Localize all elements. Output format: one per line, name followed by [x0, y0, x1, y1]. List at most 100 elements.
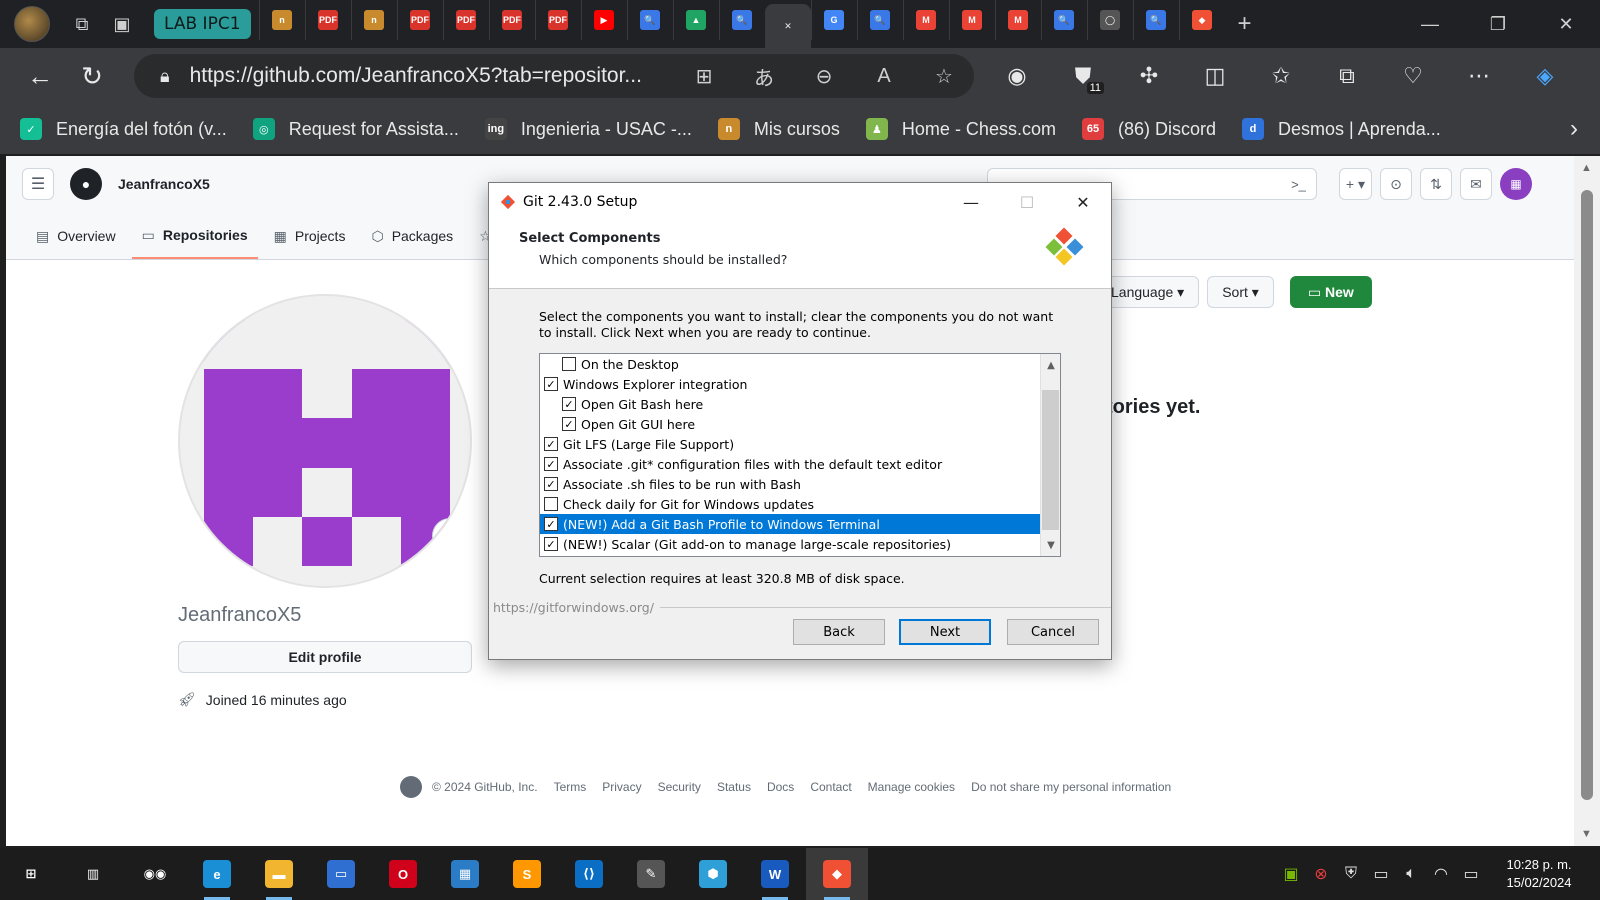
chevron-right-icon[interactable]: ›: [1570, 115, 1578, 143]
component-checkbox[interactable]: ✓: [544, 457, 558, 471]
component-row[interactable]: ✓ (NEW!) Scalar (Git add-on to manage lar…: [540, 534, 1040, 554]
taskbar-git-setup[interactable]: ◆: [806, 848, 868, 900]
back-icon[interactable]: ←: [14, 54, 66, 98]
taskbar-start[interactable]: ⊞: [0, 848, 62, 900]
footer-link[interactable]: Terms: [554, 780, 587, 794]
browser-tab[interactable]: G: [810, 0, 857, 40]
footer-link[interactable]: Manage cookies: [868, 780, 955, 794]
component-row[interactable]: On the Desktop: [540, 354, 1040, 374]
dialog-titlebar[interactable]: Git 2.43.0 Setup — ☐ ✕: [489, 183, 1111, 221]
browser-tab[interactable]: n: [258, 0, 305, 40]
footer-link[interactable]: Contact: [810, 780, 851, 794]
taskbar-opera[interactable]: O: [372, 848, 434, 900]
components-scrollbar[interactable]: ▲ ▼: [1040, 354, 1060, 556]
favorite-link[interactable]: ✓ Energía del fotón (v...: [20, 118, 227, 140]
tab-repositories[interactable]: ▭ Repositories: [131, 213, 258, 259]
footer-link[interactable]: Privacy: [602, 780, 641, 794]
scroll-up-icon[interactable]: ▲: [1581, 162, 1592, 174]
clock[interactable]: 10:28 p. m. 15/02/2024: [1494, 856, 1584, 892]
read-aloud-icon[interactable]: A: [854, 65, 914, 88]
taskbar-task-view[interactable]: ▥: [62, 848, 124, 900]
component-row[interactable]: ✓ Associate .sh files to be run with Bash: [540, 474, 1040, 494]
menu-icon[interactable]: ☰: [22, 168, 54, 200]
footer-link[interactable]: Docs: [767, 780, 794, 794]
components-scrollbar-thumb[interactable]: [1042, 390, 1059, 530]
translate-icon[interactable]: あ: [734, 62, 794, 91]
zoom-icon[interactable]: ⊖: [794, 64, 854, 89]
browser-essentials-icon[interactable]: ♡: [1380, 54, 1446, 98]
browser-tab[interactable]: ◆: [1178, 0, 1225, 40]
components-list[interactable]: On the Desktop ✓ Windows Explorer integrat…: [539, 353, 1061, 557]
github-logo-icon[interactable]: ●: [70, 168, 102, 200]
page-scrollbar[interactable]: ▲ ▼: [1574, 156, 1600, 846]
component-checkbox[interactable]: ✓: [562, 397, 576, 411]
browser-tab[interactable]: ✕: [764, 4, 811, 48]
wifi-icon[interactable]: ◠: [1426, 864, 1456, 884]
refresh-icon[interactable]: ↻: [66, 54, 118, 98]
browser-tab[interactable]: n: [350, 0, 397, 40]
taskbar-sublime[interactable]: S: [496, 848, 558, 900]
component-row[interactable]: ✓ (NEW!) Add a Git Bash Profile to Window…: [540, 514, 1040, 534]
edit-profile-button[interactable]: Edit profile: [178, 641, 472, 673]
set-status-emoji-icon[interactable]: ☺: [432, 518, 468, 554]
taskbar-vscode[interactable]: ⟨⟩: [558, 848, 620, 900]
component-checkbox[interactable]: ✓: [562, 417, 576, 431]
copilot-icon[interactable]: ◈: [1512, 54, 1578, 98]
command-palette-icon[interactable]: >_: [1291, 177, 1306, 192]
component-row[interactable]: ✓ Git LFS (Large File Support): [540, 434, 1040, 454]
component-checkbox[interactable]: [544, 497, 558, 511]
tab-actions-icon[interactable]: ▣: [102, 4, 142, 44]
browser-tab[interactable]: PDF: [534, 0, 581, 40]
dialog-close-icon[interactable]: ✕: [1055, 183, 1111, 221]
favorites-icon[interactable]: ✩: [1248, 54, 1314, 98]
cancel-button[interactable]: Cancel: [1007, 619, 1099, 645]
component-checkbox[interactable]: ✓: [544, 517, 558, 531]
back-button[interactable]: Back: [793, 619, 885, 645]
issues-icon[interactable]: ⊙: [1380, 168, 1412, 200]
nvidia-icon[interactable]: ▣: [1276, 864, 1306, 884]
browser-profile-avatar[interactable]: [14, 6, 50, 42]
dialog-maximize-icon[interactable]: ☐: [999, 183, 1055, 221]
new-tab-icon[interactable]: +: [1225, 4, 1265, 44]
browser-tab[interactable]: 🔍: [1040, 0, 1087, 40]
taskbar-app-figure[interactable]: ✎: [620, 848, 682, 900]
browser-tab[interactable]: M: [994, 0, 1041, 40]
app-available-icon[interactable]: ⊞: [674, 64, 734, 89]
component-checkbox[interactable]: [562, 357, 576, 371]
component-row[interactable]: ✓ Open Git Bash here: [540, 394, 1040, 414]
taskbar-word[interactable]: W: [744, 848, 806, 900]
battery-icon[interactable]: ▭: [1456, 864, 1486, 884]
dialog-minimize-icon[interactable]: —: [943, 183, 999, 221]
pull-requests-icon[interactable]: ⇅: [1420, 168, 1452, 200]
more-menu-icon[interactable]: ⋯: [1446, 54, 1512, 98]
footer-link[interactable]: Security: [658, 780, 701, 794]
component-row[interactable]: ✓ Open Git GUI here: [540, 414, 1040, 434]
next-button[interactable]: Next: [899, 619, 991, 645]
favorite-link[interactable]: ing Ingenieria - USAC -...: [484, 118, 692, 140]
extensions-puzzle-icon[interactable]: ✣: [1116, 54, 1182, 98]
favorite-link[interactable]: 65 (86) Discord: [1081, 118, 1216, 140]
split-screen-icon[interactable]: ◫: [1182, 54, 1248, 98]
lock-icon[interactable]: 🔒︎: [160, 66, 170, 87]
footer-link[interactable]: Status: [717, 780, 751, 794]
taskbar-app-blue[interactable]: ▦: [434, 848, 496, 900]
scrollbar-thumb[interactable]: [1581, 190, 1593, 800]
sort-dropdown[interactable]: Sort ▾: [1207, 276, 1274, 308]
component-row[interactable]: ✓ Associate .git* configuration files wit…: [540, 454, 1040, 474]
favorite-link[interactable]: n Mis cursos: [717, 118, 840, 140]
tab-overview[interactable]: ▤ Overview: [26, 213, 126, 259]
restore-icon[interactable]: ❐: [1464, 0, 1532, 48]
collections-icon[interactable]: ⧉: [1314, 54, 1380, 98]
browser-tab[interactable]: M: [948, 0, 995, 40]
favorite-link[interactable]: d Desmos | Aprenda...: [1242, 118, 1441, 140]
header-username[interactable]: JeanfrancoX5: [118, 176, 210, 192]
component-checkbox[interactable]: ✓: [544, 537, 558, 551]
favorite-link[interactable]: ◎ Request for Assista...: [252, 118, 459, 140]
browser-tab[interactable]: 🔍: [626, 0, 673, 40]
browser-tab[interactable]: PDF: [396, 0, 443, 40]
extension-shield-icon[interactable]: ⛊ 11: [1050, 54, 1116, 98]
component-row[interactable]: Check daily for Git for Windows updates: [540, 494, 1040, 514]
github-footer-logo-icon[interactable]: [400, 776, 422, 798]
tab-packages[interactable]: ⬡ Packages: [361, 213, 463, 259]
new-repository-button[interactable]: ▭ New: [1289, 276, 1372, 308]
